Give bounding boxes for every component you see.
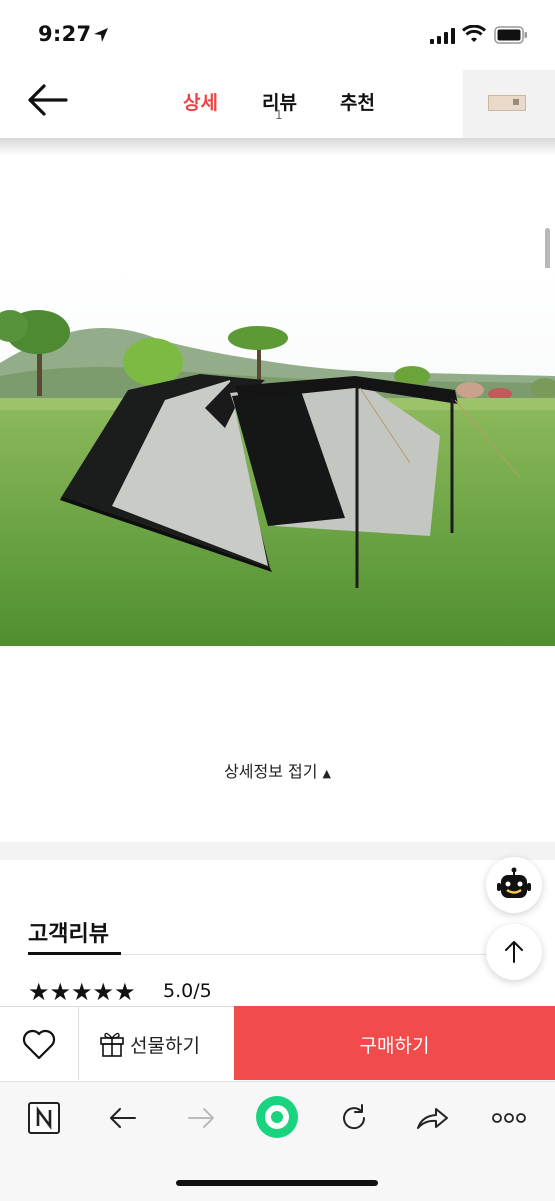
star-rating-icons: ★★★★★ [28,978,136,1006]
green-circle-icon[interactable] [252,1092,302,1142]
more-icon[interactable] [489,1098,529,1138]
collapse-arrow-icon: ▲ [322,767,331,780]
heart-icon [22,1029,56,1060]
review-title-underline [28,952,121,955]
wishlist-button[interactable] [0,1006,79,1080]
home-indicator [176,1180,378,1186]
scroll-top-button[interactable] [486,924,542,980]
gift-label: 선물하기 [130,1035,200,1057]
wifi-icon [462,25,486,42]
chatbot-button[interactable] [486,857,542,913]
rating-score: 5.0/5 [163,980,212,1002]
forward-arrow-icon[interactable] [181,1098,221,1138]
chatbot-icon [497,867,531,898]
battery-icon [494,26,527,44]
buy-label: 구매하기 [359,1035,430,1057]
collapse-detail-label: 상세정보 접기 [224,762,318,781]
arrow-up-icon [505,941,523,963]
cellular-signal-icon [430,28,455,44]
review-section-title: 고객리뷰 [28,922,109,947]
product-thumbnail-image [488,95,526,111]
section-divider [0,842,555,860]
back-arrow-icon[interactable] [103,1098,143,1138]
status-time: 9:27 [38,22,92,46]
tab-recommend[interactable]: 추천 [340,88,375,115]
back-arrow-icon[interactable] [26,82,70,118]
naver-n-icon[interactable] [24,1098,64,1138]
product-photo [0,268,555,646]
collapse-detail-button[interactable]: 상세정보 접기 ▲ [0,758,555,782]
tab-detail[interactable]: 상세 [183,88,218,115]
share-icon[interactable] [412,1098,452,1138]
location-arrow-icon [94,28,108,42]
buy-button[interactable]: 구매하기 [234,1006,555,1080]
reload-icon[interactable] [334,1098,374,1138]
review-divider [121,954,541,955]
header-shadow [0,138,555,156]
review-count-badge: 1 [275,108,283,122]
